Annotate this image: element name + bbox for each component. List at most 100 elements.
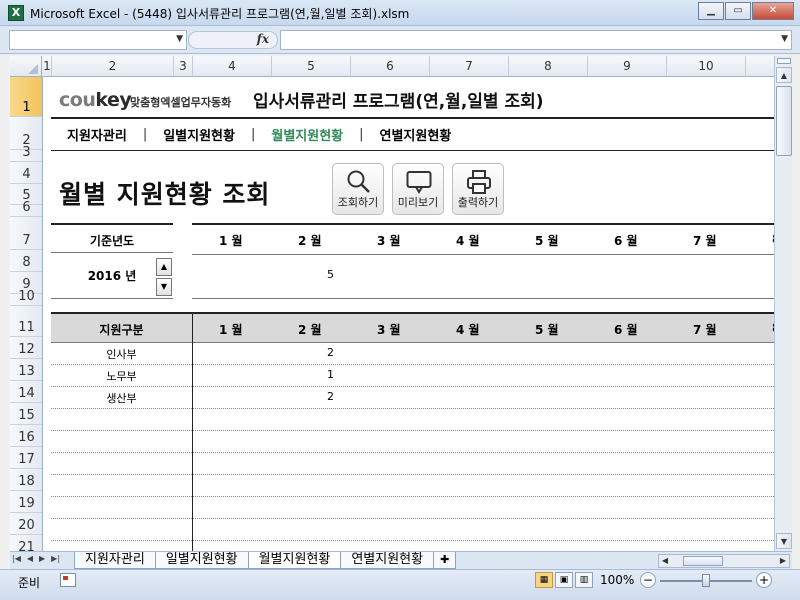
page-layout-button[interactable]: ▣ <box>555 572 573 588</box>
page-break-button[interactable]: ▥ <box>575 572 593 588</box>
column-header[interactable]: 1 <box>43 56 52 77</box>
column-header[interactable]: 4 <box>193 56 272 77</box>
row-divider <box>51 452 192 453</box>
divider <box>192 298 774 299</box>
insert-sheet-icon[interactable]: ✚ <box>433 552 457 569</box>
row-header[interactable]: 20 <box>10 513 42 535</box>
year-down-button[interactable]: ▼ <box>156 278 172 296</box>
divider <box>192 254 774 255</box>
print-button[interactable]: 출력하기 <box>452 163 504 215</box>
column-header[interactable]: 5 <box>272 56 351 77</box>
nav-separator: | <box>142 127 148 142</box>
insert-function-button[interactable]: fx <box>257 32 269 46</box>
divider <box>192 223 774 225</box>
sheet-nav: 지원자관리 | 일별지원현황 | 월별지원현황 | 연별지원현황 <box>67 125 451 144</box>
nav-link[interactable]: 일별지원현황 <box>163 125 235 144</box>
search-button[interactable]: 조회하기 <box>332 163 384 215</box>
worksheet[interactable]: coukey 맞춤형엑셀업무자동화 입사서류관리 프로그램(연,월,일별 조회)… <box>43 77 774 551</box>
row-header[interactable]: 11 <box>10 306 42 337</box>
sheet-tab[interactable]: 월별지원현황 <box>247 552 342 569</box>
row-header[interactable]: 13 <box>10 359 42 381</box>
sheet-tab[interactable]: 연별지원현황 <box>340 552 435 569</box>
minimize-button[interactable]: ▁ <box>698 2 724 20</box>
scroll-left-button[interactable]: ◀ <box>659 555 671 567</box>
row-divider <box>51 518 192 519</box>
formula-input[interactable]: ▼ <box>280 30 792 50</box>
last-sheet-icon[interactable]: ▶| <box>51 554 60 563</box>
row-header[interactable]: 14 <box>10 381 42 403</box>
zoom-level[interactable]: 100% <box>600 573 634 587</box>
zoom-slider-thumb[interactable] <box>702 574 710 587</box>
nav-link[interactable]: 월별지원현황 <box>271 125 343 144</box>
select-all-button[interactable] <box>10 56 42 77</box>
row-header[interactable]: 18 <box>10 469 42 491</box>
column-headers: 1 2 3 4 5 6 7 8 9 10 <box>10 56 774 77</box>
row-divider <box>51 496 192 497</box>
logo-tagline: 맞춤형엑셀업무자동화 <box>130 96 232 109</box>
sheet-tab[interactable]: 지원자관리 <box>74 552 156 569</box>
divider <box>51 342 774 343</box>
row-header[interactable]: 3 <box>10 145 42 162</box>
preview-button[interactable]: 미리보기 <box>392 163 444 215</box>
row-divider <box>51 474 192 475</box>
row-header[interactable]: 1 <box>10 77 42 117</box>
row-header[interactable]: 19 <box>10 491 42 513</box>
summary-month-header: 3 월 <box>377 234 401 248</box>
scroll-right-button[interactable]: ▶ <box>777 555 789 567</box>
row-divider <box>193 474 774 475</box>
divider <box>192 314 193 551</box>
normal-view-button[interactable]: ▦ <box>535 572 553 588</box>
nav-link[interactable]: 지원자관리 <box>67 125 127 144</box>
name-box[interactable]: ▼ <box>9 30 187 50</box>
row-header[interactable]: 21 <box>10 535 42 551</box>
scroll-down-button[interactable]: ▼ <box>776 533 792 549</box>
row-header[interactable]: 12 <box>10 337 42 359</box>
hscroll-thumb[interactable] <box>683 556 723 566</box>
zoom-in-button[interactable]: + <box>756 572 772 588</box>
sheet-tab[interactable]: 일별지원현황 <box>154 552 249 569</box>
row-divider <box>51 386 192 387</box>
prev-sheet-icon[interactable]: ◀ <box>27 554 33 563</box>
column-header[interactable]: 10 <box>667 56 746 77</box>
column-header[interactable]: 9 <box>588 56 667 77</box>
row-divider <box>51 408 192 409</box>
maximize-button[interactable]: ▭ <box>725 2 751 20</box>
expand-formula-icon[interactable]: ▼ <box>781 34 788 44</box>
row-header[interactable]: 16 <box>10 425 42 447</box>
nav-link[interactable]: 연별지원현황 <box>380 125 452 144</box>
row-divider <box>51 540 192 541</box>
macro-record-icon[interactable] <box>60 573 76 587</box>
year-spinner[interactable]: ▲ ▼ <box>156 258 172 296</box>
column-header[interactable]: 8 <box>509 56 588 77</box>
column-header[interactable]: 6 <box>351 56 430 77</box>
row-header[interactable]: 4 <box>10 162 42 184</box>
summary-month-header: 2 월 <box>298 234 322 248</box>
row-header[interactable]: 7 <box>10 217 42 250</box>
row-header[interactable]: 15 <box>10 403 42 425</box>
page-title: 월별 지원현황 조회 <box>59 180 271 209</box>
scroll-thumb[interactable] <box>776 86 792 156</box>
vertical-scrollbar[interactable]: ▲ ▼ <box>774 56 792 551</box>
row-header[interactable]: 10 <box>10 289 42 306</box>
summary-month-header: 4 월 <box>456 234 480 248</box>
year-up-button[interactable]: ▲ <box>156 258 172 276</box>
year-value[interactable]: 2016 년 <box>51 267 173 284</box>
column-header[interactable]: 2 <box>52 56 174 77</box>
status-bar: 준비 ▦ ▣ ▥ 100% − + <box>0 569 800 600</box>
close-button[interactable]: ✕ <box>752 2 794 20</box>
row-header[interactable]: 8 <box>10 250 42 272</box>
row-header[interactable]: 17 <box>10 447 42 469</box>
chevron-down-icon[interactable]: ▼ <box>176 34 183 44</box>
split-handle[interactable] <box>777 58 791 64</box>
zoom-out-button[interactable]: − <box>640 572 656 588</box>
column-header[interactable]: 3 <box>174 56 193 77</box>
scroll-up-button[interactable]: ▲ <box>776 67 792 83</box>
horizontal-scrollbar[interactable]: ◀ ▶ <box>658 554 790 568</box>
row-header[interactable]: 6 <box>10 200 42 217</box>
next-sheet-icon[interactable]: ▶ <box>39 554 45 563</box>
year-label: 기준년도 <box>89 234 135 248</box>
row-divider <box>193 518 774 519</box>
column-header[interactable]: 7 <box>430 56 509 77</box>
summary-month-header: 5 월 <box>535 234 559 248</box>
first-sheet-icon[interactable]: |◀ <box>12 554 21 563</box>
